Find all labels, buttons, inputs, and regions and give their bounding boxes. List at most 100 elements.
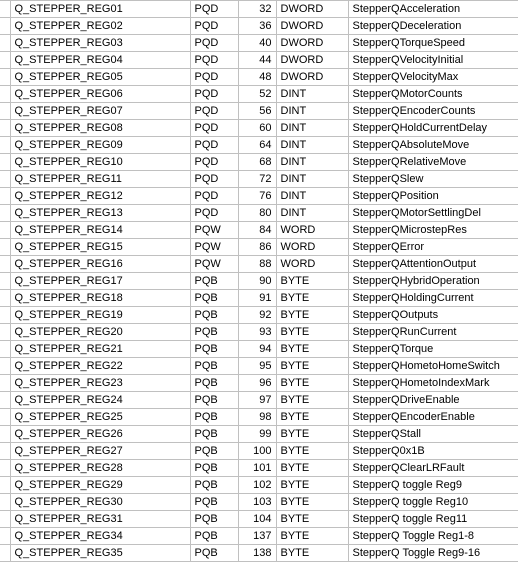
table-row[interactable]: Q_STEPPER_REG11PQD72DINTStepperQSlew xyxy=(0,171,518,188)
cell-type[interactable]: BYTE xyxy=(276,392,348,409)
cell-desc[interactable]: StepperQ toggle Reg9 xyxy=(348,477,518,494)
cell-addr[interactable]: 88 xyxy=(238,256,276,273)
cell-desc[interactable]: StepperQ toggle Reg11 xyxy=(348,511,518,528)
table-row[interactable]: Q_STEPPER_REG21PQB94BYTEStepperQTorque xyxy=(0,341,518,358)
cell-area[interactable]: PQD xyxy=(190,35,238,52)
cell-name[interactable]: Q_STEPPER_REG16 xyxy=(10,256,190,273)
cell-area[interactable]: PQB xyxy=(190,409,238,426)
cell-name[interactable]: Q_STEPPER_REG34 xyxy=(10,528,190,545)
cell-desc[interactable]: StepperQSlew xyxy=(348,171,518,188)
cell-type[interactable]: BYTE xyxy=(276,273,348,290)
table-row[interactable]: Q_STEPPER_REG06PQD52DINTStepperQMotorCou… xyxy=(0,86,518,103)
cell-type[interactable]: BYTE xyxy=(276,375,348,392)
cell-type[interactable]: DWORD xyxy=(276,18,348,35)
cell-area[interactable]: PQB xyxy=(190,477,238,494)
cell-area[interactable]: PQB xyxy=(190,545,238,562)
cell-addr[interactable]: 44 xyxy=(238,52,276,69)
table-row[interactable]: Q_STEPPER_REG31PQB104BYTEStepperQ toggle… xyxy=(0,511,518,528)
cell-name[interactable]: Q_STEPPER_REG29 xyxy=(10,477,190,494)
cell-type[interactable]: BYTE xyxy=(276,460,348,477)
cell-addr[interactable]: 138 xyxy=(238,545,276,562)
cell-area[interactable]: PQB xyxy=(190,392,238,409)
cell-desc[interactable]: StepperQRunCurrent xyxy=(348,324,518,341)
cell-desc[interactable]: StepperQ toggle Reg10 xyxy=(348,494,518,511)
cell-type[interactable]: BYTE xyxy=(276,290,348,307)
cell-area[interactable]: PQB xyxy=(190,460,238,477)
cell-desc[interactable]: StepperQVelocityMax xyxy=(348,69,518,86)
cell-desc[interactable]: StepperQHoldingCurrent xyxy=(348,290,518,307)
cell-area[interactable]: PQB xyxy=(190,273,238,290)
cell-name[interactable]: Q_STEPPER_REG28 xyxy=(10,460,190,477)
cell-area[interactable]: PQD xyxy=(190,86,238,103)
cell-desc[interactable]: StepperQMotorSettlingDel xyxy=(348,205,518,222)
cell-addr[interactable]: 91 xyxy=(238,290,276,307)
cell-name[interactable]: Q_STEPPER_REG07 xyxy=(10,103,190,120)
cell-area[interactable]: PQB xyxy=(190,341,238,358)
table-row[interactable]: Q_STEPPER_REG17PQB90BYTEStepperQHybridOp… xyxy=(0,273,518,290)
cell-name[interactable]: Q_STEPPER_REG17 xyxy=(10,273,190,290)
cell-addr[interactable]: 86 xyxy=(238,239,276,256)
cell-name[interactable]: Q_STEPPER_REG09 xyxy=(10,137,190,154)
cell-area[interactable]: PQB xyxy=(190,426,238,443)
cell-type[interactable]: DINT xyxy=(276,154,348,171)
cell-addr[interactable]: 137 xyxy=(238,528,276,545)
cell-area[interactable]: PQD xyxy=(190,120,238,137)
cell-name[interactable]: Q_STEPPER_REG11 xyxy=(10,171,190,188)
cell-type[interactable]: DINT xyxy=(276,205,348,222)
cell-area[interactable]: PQD xyxy=(190,18,238,35)
cell-type[interactable]: WORD xyxy=(276,239,348,256)
cell-desc[interactable]: StepperQError xyxy=(348,239,518,256)
table-row[interactable]: Q_STEPPER_REG08PQD60DINTStepperQHoldCurr… xyxy=(0,120,518,137)
cell-area[interactable]: PQB xyxy=(190,358,238,375)
cell-addr[interactable]: 96 xyxy=(238,375,276,392)
cell-name[interactable]: Q_STEPPER_REG03 xyxy=(10,35,190,52)
cell-type[interactable]: BYTE xyxy=(276,358,348,375)
cell-addr[interactable]: 101 xyxy=(238,460,276,477)
cell-addr[interactable]: 80 xyxy=(238,205,276,222)
cell-name[interactable]: Q_STEPPER_REG26 xyxy=(10,426,190,443)
cell-type[interactable]: DINT xyxy=(276,103,348,120)
cell-name[interactable]: Q_STEPPER_REG30 xyxy=(10,494,190,511)
table-row[interactable]: Q_STEPPER_REG18PQB91BYTEStepperQHoldingC… xyxy=(0,290,518,307)
cell-type[interactable]: BYTE xyxy=(276,409,348,426)
cell-type[interactable]: DINT xyxy=(276,137,348,154)
cell-addr[interactable]: 52 xyxy=(238,86,276,103)
cell-desc[interactable]: StepperQEncoderEnable xyxy=(348,409,518,426)
cell-desc[interactable]: StepperQAcceleration xyxy=(348,1,518,18)
cell-desc[interactable]: StepperQDeceleration xyxy=(348,18,518,35)
cell-area[interactable]: PQD xyxy=(190,69,238,86)
cell-addr[interactable]: 76 xyxy=(238,188,276,205)
table-row[interactable]: Q_STEPPER_REG02PQD36DWORDStepperQDeceler… xyxy=(0,18,518,35)
cell-area[interactable]: PQW xyxy=(190,256,238,273)
cell-area[interactable]: PQW xyxy=(190,222,238,239)
cell-area[interactable]: PQD xyxy=(190,1,238,18)
cell-name[interactable]: Q_STEPPER_REG35 xyxy=(10,545,190,562)
cell-desc[interactable]: StepperQOutputs xyxy=(348,307,518,324)
cell-desc[interactable]: StepperQ Toggle Reg1-8 xyxy=(348,528,518,545)
cell-type[interactable]: WORD xyxy=(276,222,348,239)
cell-desc[interactable]: StepperQHybridOperation xyxy=(348,273,518,290)
cell-area[interactable]: PQB xyxy=(190,307,238,324)
cell-desc[interactable]: StepperQHometoHomeSwitch xyxy=(348,358,518,375)
cell-type[interactable]: BYTE xyxy=(276,307,348,324)
cell-addr[interactable]: 64 xyxy=(238,137,276,154)
cell-desc[interactable]: StepperQStall xyxy=(348,426,518,443)
table-row[interactable]: Q_STEPPER_REG19PQB92BYTEStepperQOutputs xyxy=(0,307,518,324)
cell-addr[interactable]: 102 xyxy=(238,477,276,494)
table-row[interactable]: Q_STEPPER_REG07PQD56DINTStepperQEncoderC… xyxy=(0,103,518,120)
cell-addr[interactable]: 103 xyxy=(238,494,276,511)
table-row[interactable]: Q_STEPPER_REG35PQB138BYTEStepperQ Toggle… xyxy=(0,545,518,562)
cell-addr[interactable]: 97 xyxy=(238,392,276,409)
cell-desc[interactable]: StepperQAttentionOutput xyxy=(348,256,518,273)
table-row[interactable]: Q_STEPPER_REG29PQB102BYTEStepperQ toggle… xyxy=(0,477,518,494)
table-row[interactable]: Q_STEPPER_REG27PQB100BYTEStepperQ0x1B xyxy=(0,443,518,460)
cell-desc[interactable]: StepperQAbsoluteMove xyxy=(348,137,518,154)
cell-name[interactable]: Q_STEPPER_REG20 xyxy=(10,324,190,341)
cell-area[interactable]: PQD xyxy=(190,171,238,188)
cell-addr[interactable]: 48 xyxy=(238,69,276,86)
cell-type[interactable]: BYTE xyxy=(276,426,348,443)
table-row[interactable]: Q_STEPPER_REG10PQD68DINTStepperQRelative… xyxy=(0,154,518,171)
cell-addr[interactable]: 56 xyxy=(238,103,276,120)
cell-name[interactable]: Q_STEPPER_REG22 xyxy=(10,358,190,375)
cell-type[interactable]: BYTE xyxy=(276,443,348,460)
